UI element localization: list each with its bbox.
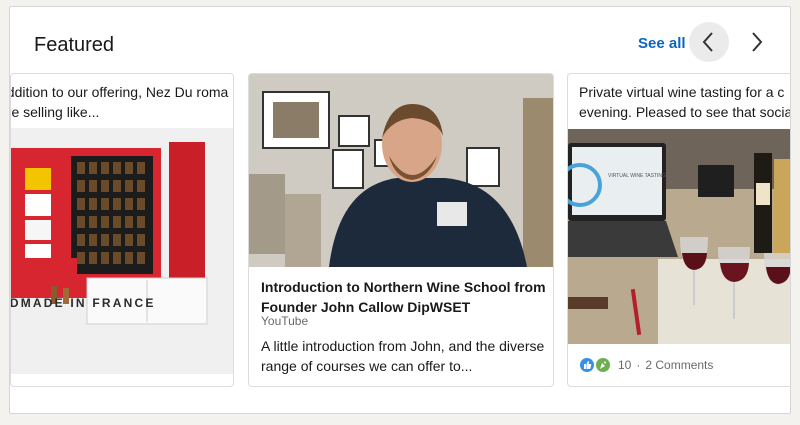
aroma-kit-image: [11, 128, 233, 374]
video-thumbnail: [249, 74, 553, 267]
social-counts[interactable]: 10 · 2 Comments: [580, 358, 713, 372]
reaction-count: 10: [618, 358, 632, 372]
video-source: YouTube: [261, 314, 309, 328]
chevron-left-icon: [702, 32, 713, 52]
previous-button[interactable]: [689, 22, 729, 62]
chevron-right-icon: [752, 32, 763, 52]
separator-dot: ·: [636, 358, 641, 372]
comments-count[interactable]: 2 Comments: [645, 358, 713, 372]
screen-label: VIRTUAL WINE TASTING: [608, 173, 666, 179]
next-button[interactable]: [736, 22, 776, 62]
video-description: A little introduction from John, and the…: [261, 338, 545, 374]
card-post-text: addition to our offering, Nez Du roma ki…: [11, 84, 233, 120]
see-all-link[interactable]: See all: [638, 35, 686, 52]
celebrate-reaction-icon: [596, 358, 610, 372]
featured-panel: Featured See all addition to our offerin…: [9, 6, 791, 414]
card-post-text: Private virtual wine tasting for a c eve…: [579, 84, 791, 120]
featured-card-nez-du-vin[interactable]: addition to our offering, Nez Du roma ki…: [10, 73, 234, 387]
like-reaction-icon: [580, 358, 594, 372]
image-caption: NDMADE IN FRANCE: [10, 296, 156, 310]
featured-card-video[interactable]: Introduction to Northern Wine School fro…: [248, 73, 554, 387]
section-title: Featured: [34, 34, 115, 56]
tasting-photo: VIRTUAL WINE TASTING: [568, 129, 790, 344]
featured-card-virtual-tasting[interactable]: Private virtual wine tasting for a c eve…: [567, 73, 791, 387]
video-title: Introduction to Northern Wine School fro…: [261, 279, 546, 315]
